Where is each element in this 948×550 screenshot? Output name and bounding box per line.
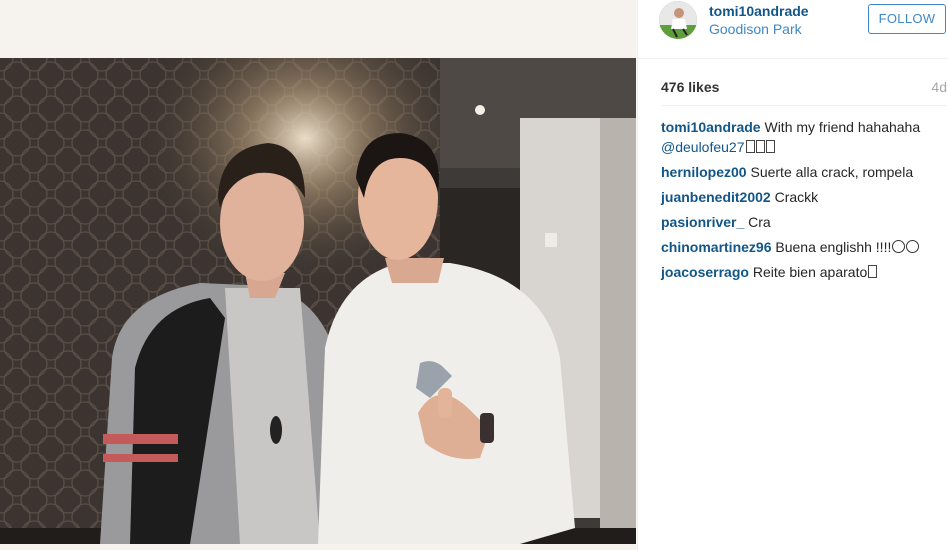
- caption-author[interactable]: tomi10andrade: [661, 119, 761, 135]
- list-item: chinomartinez96 Buena englishh !!!!: [661, 237, 941, 257]
- caption-mention[interactable]: @deulofeu27: [661, 139, 745, 155]
- emoji-placeholder-icon: [868, 265, 878, 278]
- comment-author[interactable]: chinomartinez96: [661, 239, 771, 255]
- post-age[interactable]: 4d: [931, 79, 947, 95]
- face-emoji-icon: [906, 240, 920, 253]
- list-item: juanbenedit2002 Crackk: [661, 187, 941, 207]
- comment-author[interactable]: hernilopez00: [661, 164, 747, 180]
- comment-text: Crackk: [774, 189, 819, 205]
- comment-list: tomi10andrade With my friend hahahaha @d…: [661, 117, 941, 287]
- follow-button[interactable]: FOLLOW: [868, 4, 946, 34]
- post-stats: 476 likes 4d: [661, 79, 947, 97]
- post-header: tomi10andrade Goodison Park FOLLOW: [638, 0, 948, 59]
- likes-count[interactable]: 476 likes: [661, 79, 719, 95]
- emoji-placeholder-icon: [765, 140, 775, 153]
- post-details: tomi10andrade Goodison Park FOLLOW 476 l…: [637, 0, 948, 550]
- post-author[interactable]: tomi10andrade: [709, 3, 809, 19]
- comment-text: Suerte alla crack, rompela: [750, 164, 914, 180]
- comment-text: Reite bien aparato: [752, 264, 868, 280]
- list-item: joacoserrago Reite bien aparato: [661, 262, 941, 282]
- comment-text: Buena englishh !!!!: [775, 239, 892, 255]
- list-item: hernilopez00 Suerte alla crack, rompela: [661, 162, 941, 182]
- photo-pane: [0, 0, 636, 550]
- avatar[interactable]: [659, 1, 697, 39]
- post-location[interactable]: Goodison Park: [709, 21, 802, 37]
- post-photo-image: [0, 58, 636, 544]
- emoji-placeholder-icon: [755, 140, 765, 153]
- comment-author[interactable]: joacoserrago: [661, 264, 749, 280]
- caption-text: With my friend hahahaha: [764, 119, 921, 135]
- post-photo[interactable]: [0, 58, 636, 544]
- divider: [661, 105, 947, 106]
- comment-text: Cra: [748, 214, 771, 230]
- profile-photo-icon: [659, 1, 697, 39]
- list-item: pasionriver_ Cra: [661, 212, 941, 232]
- face-emoji-icon: [892, 240, 906, 253]
- comment-author[interactable]: juanbenedit2002: [661, 189, 771, 205]
- comment-author[interactable]: pasionriver_: [661, 214, 744, 230]
- caption: tomi10andrade With my friend hahahaha @d…: [661, 117, 941, 157]
- emoji-placeholder-icon: [745, 140, 755, 153]
